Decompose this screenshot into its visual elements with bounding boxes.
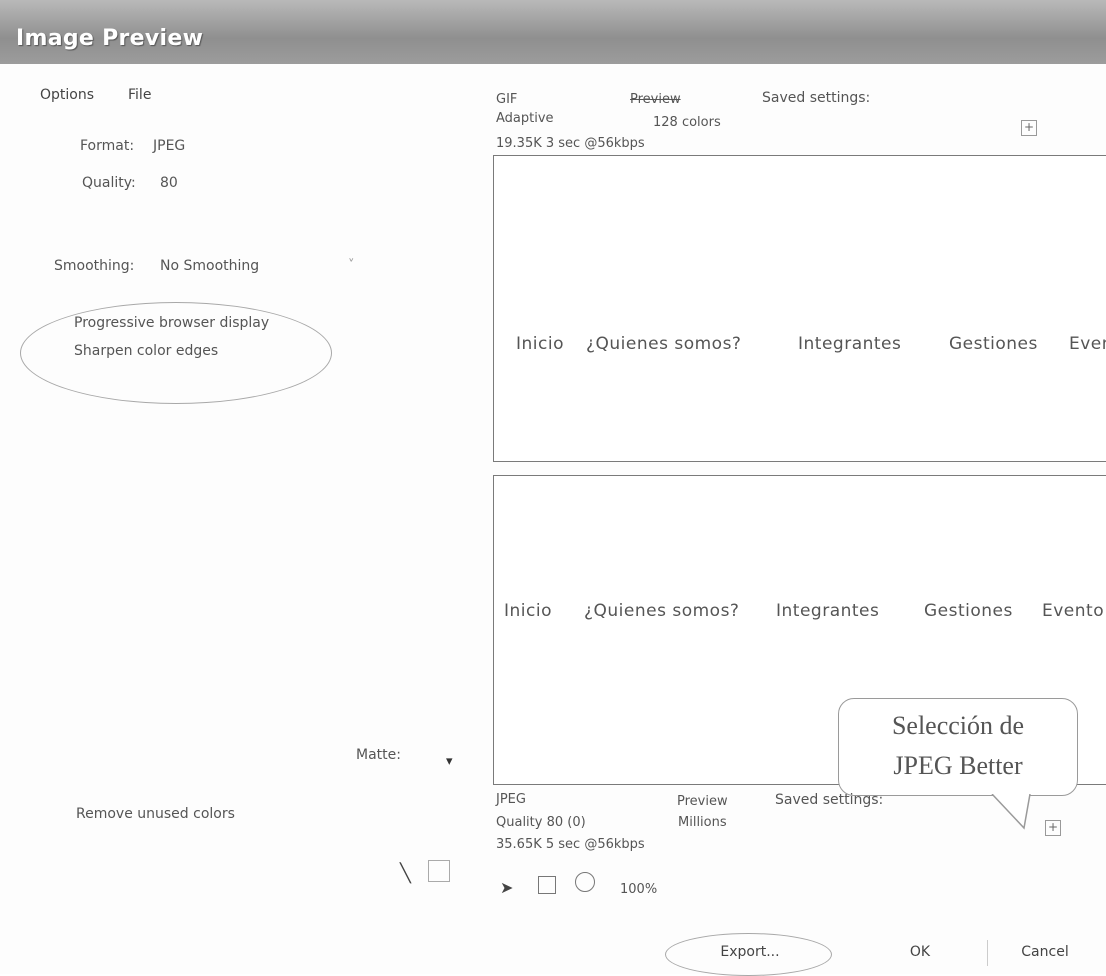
ok-button[interactable]: OK bbox=[890, 944, 950, 960]
top-colors: 128 colors bbox=[653, 115, 721, 130]
top-nav-row: Inicio ¿Quienes somos? Integrantes Gesti… bbox=[494, 334, 1106, 358]
title-bar[interactable]: Image Preview bbox=[0, 0, 1106, 64]
bottom-quality: Quality 80 (0) bbox=[496, 815, 586, 830]
menu-file[interactable]: File bbox=[128, 87, 151, 103]
export-button[interactable]: Export... bbox=[700, 944, 800, 960]
top-format: GIF bbox=[496, 92, 518, 107]
zoom-tool-icon[interactable] bbox=[575, 872, 595, 892]
add-setting-icon[interactable]: + bbox=[1045, 820, 1061, 836]
top-size: 19.35K 3 sec @56kbps bbox=[496, 136, 645, 151]
progressive-checkbox[interactable]: Progressive browser display bbox=[74, 315, 269, 331]
smoothing-label: Smoothing: bbox=[54, 258, 135, 274]
nav-item: Inicio bbox=[504, 601, 552, 621]
callout-line-1: Selección de bbox=[891, 711, 1025, 740]
callout-annotation: Selección de JPEG Better bbox=[838, 698, 1078, 796]
remove-unused-checkbox[interactable]: Remove unused colors bbox=[76, 806, 235, 822]
nav-item: Integrantes bbox=[798, 334, 902, 354]
callout-line-2: JPEG Better bbox=[893, 751, 1023, 780]
format-label: Format: bbox=[80, 138, 135, 154]
lock-color-icon[interactable] bbox=[428, 860, 450, 882]
zoom-level[interactable]: 100% bbox=[620, 882, 657, 897]
divider bbox=[987, 940, 988, 966]
bottom-format: JPEG bbox=[496, 792, 526, 807]
eyedropper-icon[interactable]: ╲ bbox=[400, 863, 411, 884]
nav-item: Event bbox=[1069, 334, 1106, 354]
matte-dropdown-icon[interactable]: ▾ bbox=[446, 754, 453, 769]
nav-item: Inicio bbox=[516, 334, 564, 354]
nav-item: Gestiones bbox=[924, 601, 1013, 621]
bottom-colors: Millions bbox=[678, 815, 727, 830]
top-saved-settings: Saved settings: bbox=[762, 90, 871, 106]
bottom-preview-checkbox[interactable]: Preview bbox=[677, 794, 728, 809]
matte-label: Matte: bbox=[356, 747, 401, 763]
nav-item: ¿Quienes somos? bbox=[586, 334, 742, 354]
callout-pointer bbox=[991, 794, 1031, 830]
quality-input[interactable]: 80 bbox=[160, 175, 178, 191]
format-select[interactable]: JPEG bbox=[153, 138, 185, 154]
window-title: Image Preview bbox=[16, 26, 204, 51]
menu-options[interactable]: Options bbox=[40, 87, 94, 103]
nav-item: Evento bbox=[1042, 601, 1105, 621]
quality-label: Quality: bbox=[82, 175, 136, 191]
top-preview-panel[interactable]: Inicio ¿Quienes somos? Integrantes Gesti… bbox=[493, 155, 1106, 462]
nav-item: ¿Quienes somos? bbox=[584, 601, 740, 621]
nav-item: Integrantes bbox=[776, 601, 880, 621]
smoothing-select[interactable]: No Smoothing bbox=[160, 258, 259, 274]
bottom-size: 35.65K 5 sec @56kbps bbox=[496, 837, 645, 852]
bottom-nav-row: Inicio ¿Quienes somos? Integrantes Gesti… bbox=[494, 601, 1106, 625]
sharpen-checkbox[interactable]: Sharpen color edges bbox=[74, 343, 218, 359]
chevron-down-icon[interactable]: ˅ bbox=[348, 258, 355, 273]
bottom-saved-settings: Saved settings: bbox=[775, 792, 884, 808]
pointer-tool-icon[interactable]: ➤ bbox=[500, 878, 513, 897]
crop-tool-icon[interactable] bbox=[538, 876, 556, 894]
image-preview-dialog: Image Preview Options File Format: JPEG … bbox=[0, 0, 1106, 976]
nav-item: Gestiones bbox=[949, 334, 1038, 354]
cancel-button[interactable]: Cancel bbox=[1010, 944, 1080, 960]
top-palette: Adaptive bbox=[496, 111, 554, 126]
add-setting-icon[interactable]: + bbox=[1021, 120, 1037, 136]
top-preview-checkbox[interactable]: Preview bbox=[630, 92, 681, 107]
